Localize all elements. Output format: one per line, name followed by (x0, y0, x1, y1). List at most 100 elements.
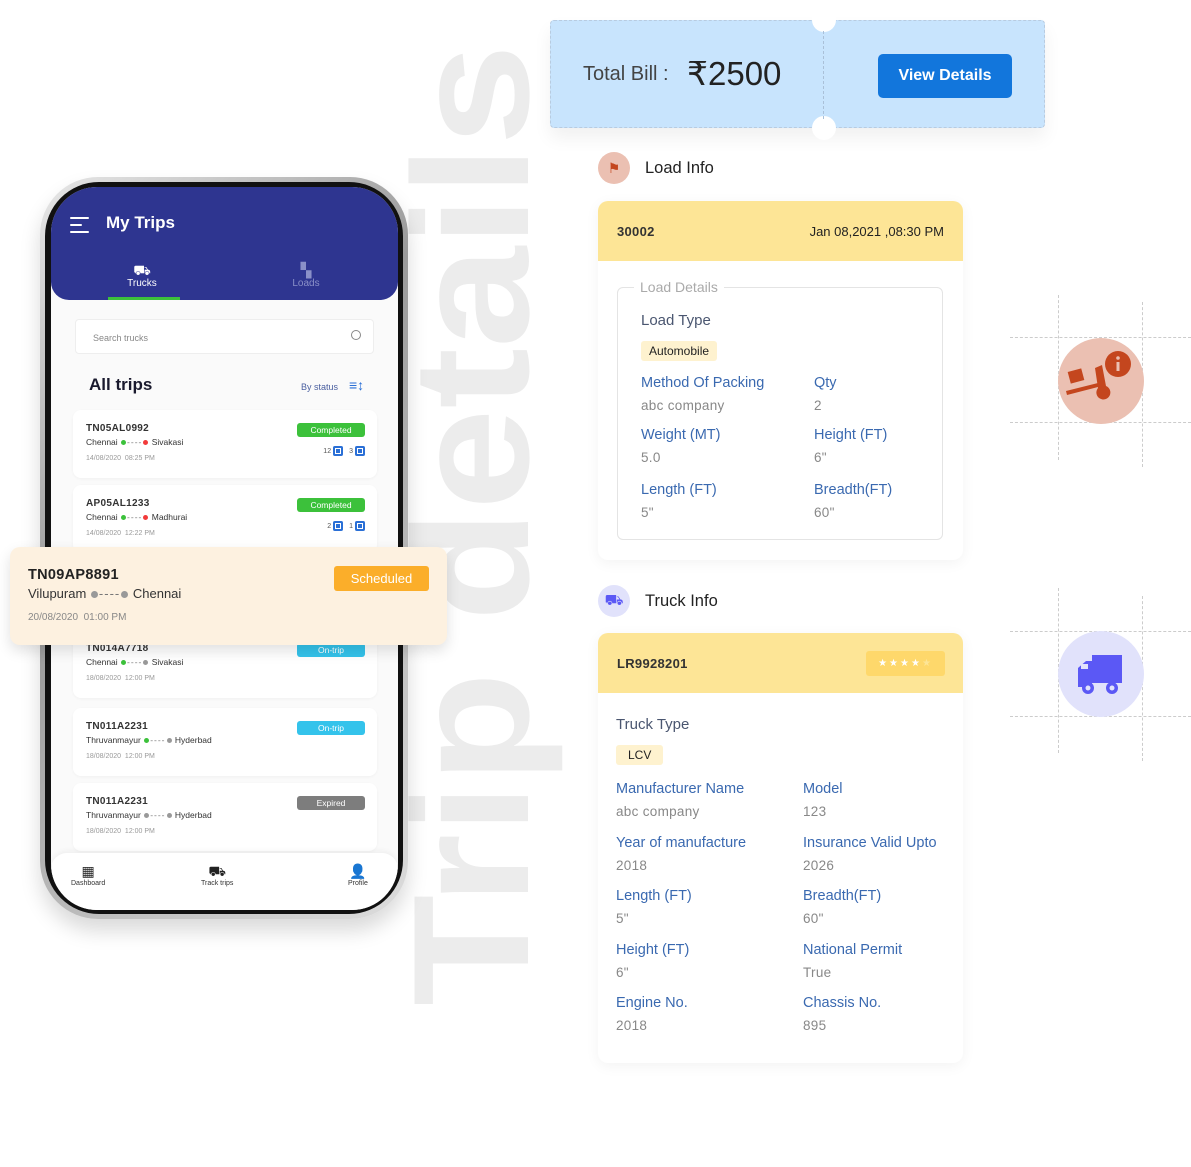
trip-id: AP05AL1233 (86, 498, 150, 509)
trip-card[interactable]: AP05AL1233 Chennai ---- Madhurai 14/08/2… (73, 485, 377, 553)
load-details-legend: Load Details (634, 279, 724, 295)
field-label: Model (803, 781, 843, 797)
star-icon: ★ (889, 658, 901, 669)
field-value: 5.0 (641, 450, 661, 465)
field-value: 60" (814, 505, 835, 520)
field-value: 5" (616, 911, 629, 926)
search-input[interactable]: Search trucks (75, 319, 374, 354)
trip-counts: 12 3 (323, 446, 365, 456)
package-icon (333, 446, 344, 456)
trip-datetime: 20/08/2020 01:00 PM (28, 612, 127, 623)
load-info-card: 30002 Jan 08,2021 ,08:30 PM Load Details … (598, 201, 963, 560)
trip-card[interactable]: TN011A2231 Thruvanmayur ---- Hyderbad 18… (73, 783, 377, 851)
trip-route: Thruvanmayur ---- Hyderbad (86, 810, 212, 820)
trip-card[interactable]: TN011A2231 Thruvanmayur ---- Hyderbad 18… (73, 708, 377, 776)
nav-dashboard[interactable]: ▦ Dashboard (71, 863, 105, 887)
trip-route: Chennai ---- Sivakasi (86, 657, 184, 667)
status-badge: Scheduled (334, 566, 429, 591)
view-details-button[interactable]: View Details (878, 54, 1012, 98)
trip-route: Chennai ---- Madhurai (86, 512, 188, 522)
field-label: National Permit (803, 941, 903, 958)
package-icon (333, 521, 344, 531)
sort-label[interactable]: By status (301, 382, 338, 392)
watermark-text: Trip details (400, 44, 563, 1006)
sort-icon[interactable]: ≡↕ (349, 377, 364, 393)
status-badge: Expired (297, 796, 365, 810)
field-value: 5" (641, 505, 654, 520)
search-placeholder: Search trucks (93, 333, 149, 343)
load-info-large-icon (1058, 338, 1144, 424)
trip-details-watermark: Trip details (400, 44, 563, 1006)
tab-trucks[interactable]: ⛟ Trucks (97, 262, 187, 289)
total-bill-amount: ₹2500 (687, 55, 782, 92)
field-label: Length (FT) (641, 482, 717, 498)
field-label: Engine No. (616, 995, 688, 1011)
tab-loads[interactable]: ▚ Loads (261, 262, 351, 289)
status-badge: On-trip (297, 643, 365, 657)
trip-datetime: 18/08/2020 12:00 PM (86, 753, 155, 760)
field-value: 123 (803, 804, 827, 819)
active-tab-indicator (108, 297, 180, 300)
star-icon: ★ (921, 658, 933, 669)
load-info-icon: ⚑ (598, 152, 630, 184)
field-value: abc company (641, 398, 725, 413)
field-label: Breadth(FT) (803, 888, 882, 904)
field-label: Breadth(FT) (814, 482, 893, 498)
total-bill-label: Total Bill : (583, 63, 669, 85)
truck-info-card: LR9928201 ★★★★★ Truck Type LCV Manufactur… (598, 633, 963, 1063)
star-icon: ★ (900, 658, 911, 669)
truck-type-chip: LCV (616, 745, 664, 765)
star-icon: ★ (878, 658, 890, 669)
tab-label: Trucks (127, 278, 157, 289)
load-id: 30002 (617, 224, 655, 239)
status-badge: Completed (297, 423, 365, 437)
field-value: 2 (814, 398, 822, 413)
truck-id: LR9928201 (617, 656, 688, 671)
field-label: Height (FT) (814, 427, 888, 443)
status-badge: On-trip (297, 721, 365, 735)
highlighted-trip-card[interactable]: TN09AP8891 Vilupuram ---- Chennai 20/08/… (10, 547, 447, 645)
status-badge: Completed (297, 498, 365, 512)
trip-route: Chennai ---- Sivakasi (86, 437, 184, 447)
field-label: Length (FT) (616, 888, 692, 904)
nav-profile[interactable]: 👤 Profile (348, 863, 368, 887)
nav-label: Dashboard (71, 880, 106, 887)
field-label: Weight (MT) (641, 427, 721, 443)
menu-icon[interactable] (70, 217, 89, 238)
trip-id: TN09AP8891 (28, 567, 119, 583)
track-truck-icon: ⛟ (208, 863, 227, 879)
trip-card[interactable]: TN05AL0992 Chennai ---- Sivakasi 14/08/2… (73, 410, 377, 478)
field-label: Height (FT) (616, 941, 690, 958)
nav-label: Track trips (201, 880, 234, 887)
load-info-title: Load Info (645, 159, 714, 177)
section-title: All trips (89, 375, 153, 394)
bottom-nav: ▦ Dashboard ⛟ Track trips 👤 Profile (51, 853, 398, 910)
field-value: 6" (616, 964, 629, 980)
field-label: Manufacturer Name (616, 781, 745, 797)
trip-datetime: 18/08/2020 12:00 PM (86, 828, 155, 835)
field-value: 2018 (616, 857, 648, 873)
nav-track-trips[interactable]: ⛟ Track trips (201, 863, 233, 887)
trip-datetime: 18/08/2020 12:00 PM (86, 675, 155, 682)
trip-datetime: 14/08/2020 08:25 PM (86, 455, 155, 462)
load-details-group: Load Details Load Type Automobile Method… (617, 279, 943, 540)
load-datetime: Jan 08,2021 ,08:30 PM (809, 224, 944, 239)
dashboard-icon: ▦ (81, 863, 95, 879)
trip-datetime: 14/08/2020 12:22 PM (86, 530, 155, 537)
field-value: 6" (814, 450, 827, 465)
package-icon (355, 446, 365, 456)
truck-icon: ⛟ (133, 262, 151, 278)
field-value: 2018 (616, 1018, 648, 1033)
field-label: Method Of Packing (641, 375, 765, 391)
search-icon[interactable] (351, 330, 361, 340)
trip-counts: 21 (327, 521, 365, 531)
nav-label: Profile (348, 880, 368, 887)
trip-id: TN011A2231 (86, 721, 148, 732)
tab-label: Loads (292, 278, 320, 289)
truck-info-title: Truck Info (645, 592, 718, 610)
field-label: Qty (814, 375, 837, 391)
trip-id: TN011A2231 (86, 796, 148, 807)
load-type-chip: Automobile (641, 341, 718, 361)
field-value: True (803, 964, 832, 980)
truck-info-large-icon (1058, 631, 1144, 717)
